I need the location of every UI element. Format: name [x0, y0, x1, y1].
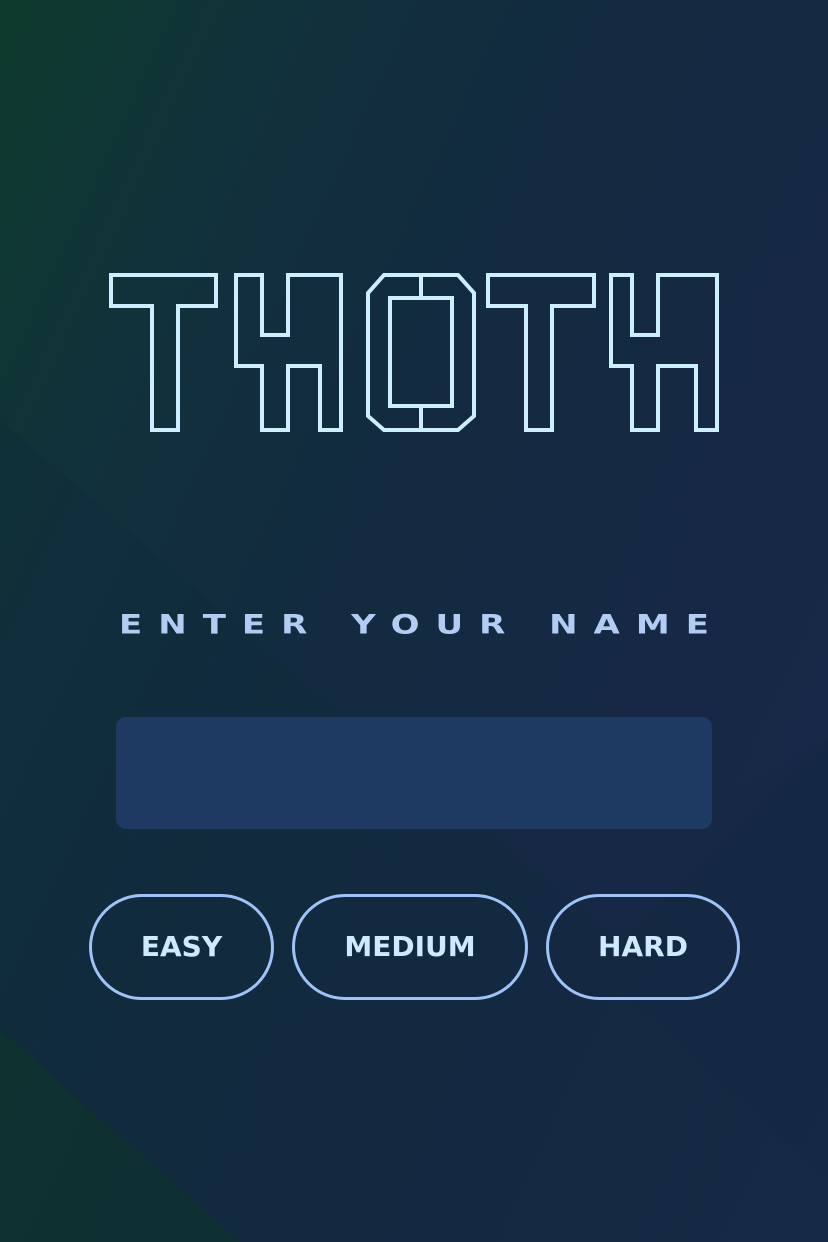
logo-letter-h1	[234, 273, 343, 432]
logo-letter-h2	[609, 273, 719, 432]
easy-button[interactable]: EASY	[89, 894, 274, 1000]
medium-button[interactable]: MEDIUM	[292, 894, 528, 1000]
hard-button[interactable]: HARD	[546, 894, 740, 1000]
logo-letter-t1	[109, 273, 218, 432]
logo-letter-t2	[486, 273, 596, 432]
logo-artwork	[109, 273, 719, 432]
enter-name-prompt: ENTER YOUR NAME	[119, 609, 725, 641]
player-name-input[interactable]	[116, 717, 712, 829]
game-logo: THOTH	[106, 268, 722, 436]
